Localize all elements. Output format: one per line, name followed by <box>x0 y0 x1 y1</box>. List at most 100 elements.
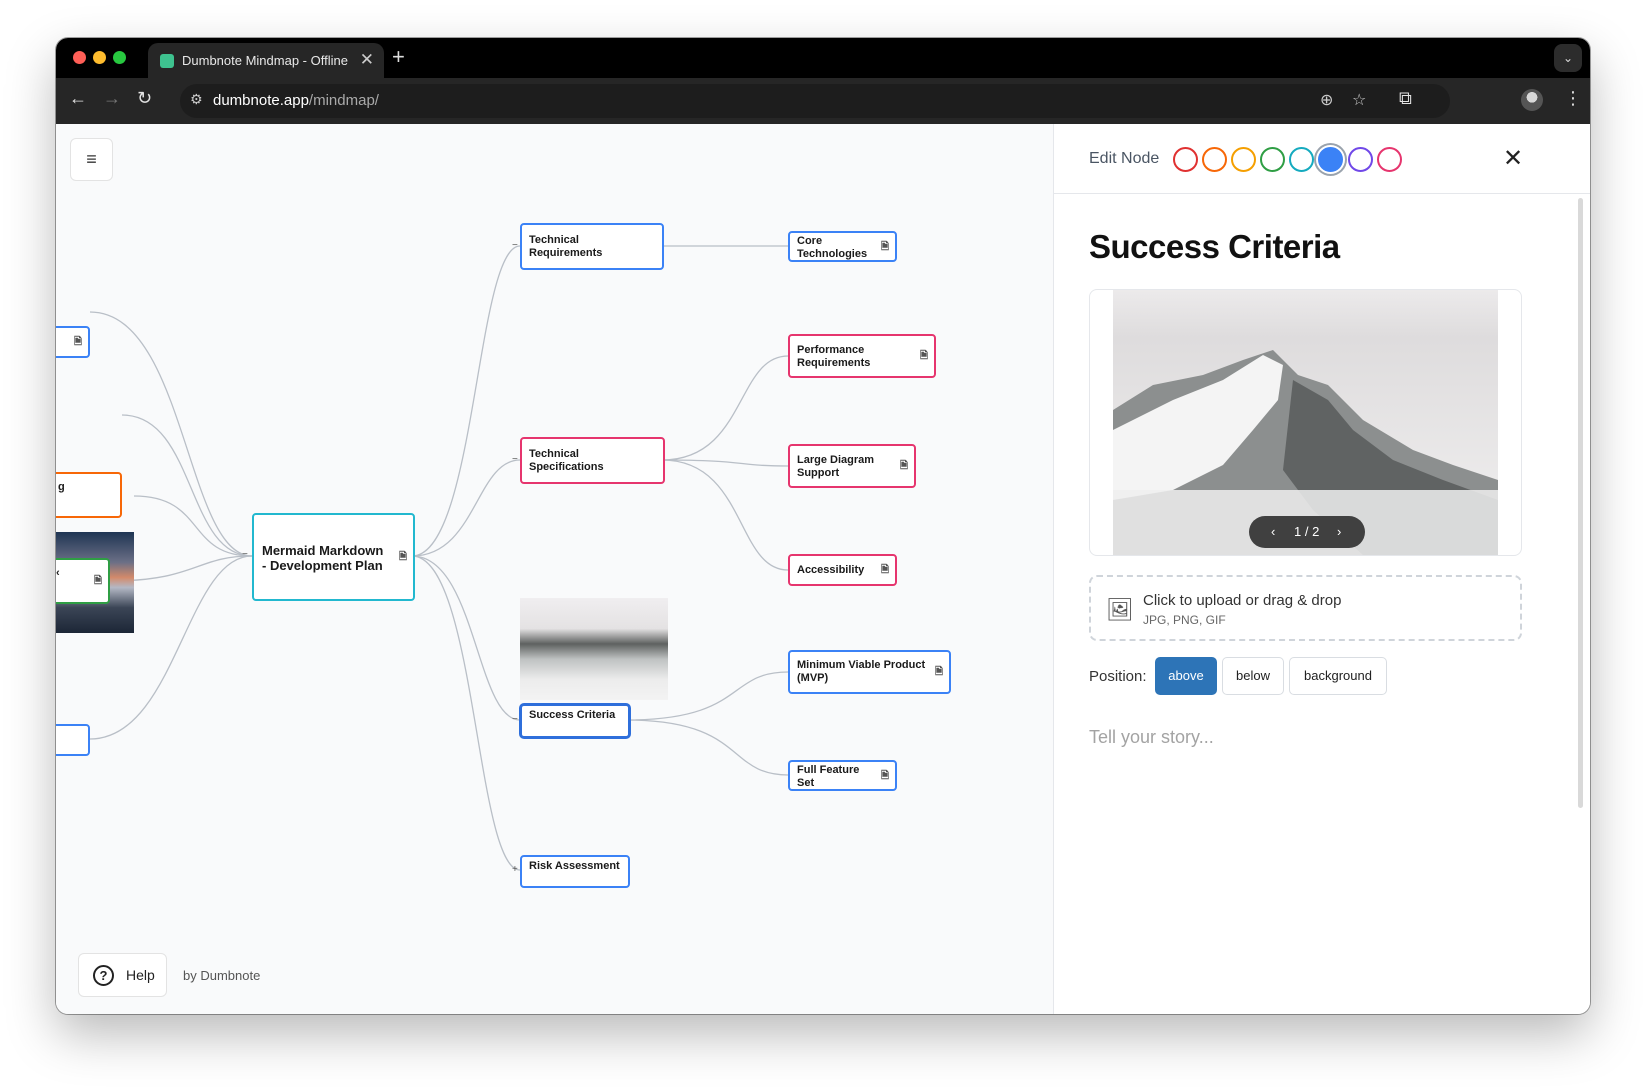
node-label: Full Feature Set <box>797 764 859 789</box>
color-swatch-purple[interactable] <box>1348 147 1373 172</box>
zoom-icon[interactable]: ⊕ <box>1320 90 1333 110</box>
reload-icon[interactable]: ↻ <box>137 88 152 109</box>
close-panel-icon[interactable]: ✕ <box>1503 144 1523 173</box>
node-technical-specifications[interactable]: Technical Specifications <box>520 437 665 484</box>
node-label: Large Diagram Support <box>797 454 874 479</box>
position-background-button[interactable]: background <box>1289 657 1387 695</box>
node-label: Minimum Viable Product (MVP) <box>797 659 925 684</box>
node-large-diagram-support[interactable]: Large Diagram Support 🗎 <box>788 444 916 488</box>
upload-main-text: Click to upload or drag & drop <box>1143 592 1341 609</box>
help-button[interactable]: ? Help <box>78 953 167 997</box>
more-menu-icon[interactable]: ⋮ <box>1564 88 1582 109</box>
pager-prev-icon[interactable]: ‹ <box>1271 524 1275 539</box>
left-node-2-label: g <box>58 481 65 493</box>
document-icon: 🗎 <box>920 350 928 363</box>
node-label: Risk Assessment <box>529 860 620 872</box>
color-swatch-yellow[interactable] <box>1231 147 1256 172</box>
node-accessibility[interactable]: Accessibility 🗎 <box>788 554 897 586</box>
document-icon: 🗎 <box>399 550 407 565</box>
address-bar[interactable]: ⚙ dumbnote.app/mindmap/ ⊕ ☆ <box>180 84 1450 118</box>
left-node-3-label: ‹ <box>56 567 60 579</box>
node-technical-requirements[interactable]: Technical Requirements <box>520 223 664 270</box>
bookmark-star-icon[interactable]: ☆ <box>1352 90 1366 110</box>
upload-sub-text: JPG, PNG, GIF <box>1143 613 1226 627</box>
forward-arrow-icon[interactable]: → <box>103 88 121 109</box>
tab-search-chevron-icon[interactable]: ⌄ <box>1554 44 1582 72</box>
document-icon: 🗎 <box>74 336 82 349</box>
left-node-2[interactable]: g <box>56 472 122 518</box>
collapse-toggle[interactable]: − <box>512 240 518 251</box>
node-full-feature-set[interactable]: Full Feature Set 🗎 <box>788 760 897 791</box>
node-risk-assessment[interactable]: Risk Assessment <box>520 855 630 888</box>
left-node-1[interactable]: 🗎 <box>56 326 90 358</box>
color-swatch-blue-selected[interactable] <box>1318 147 1343 172</box>
node-label: Success Criteria <box>529 709 615 721</box>
node-label: Core Technologies <box>797 235 867 260</box>
position-above-button[interactable]: above <box>1155 657 1217 695</box>
tab-title: Dumbnote Mindmap - Offline <box>182 53 350 68</box>
help-label: Help <box>126 967 155 983</box>
position-label: Position: <box>1089 668 1147 685</box>
browser-window: Dumbnote Mindmap - Offline ✕ + ⌄ ← → ↻ ⚙… <box>56 38 1590 1014</box>
site-settings-icon[interactable]: ⚙ <box>190 91 203 108</box>
app-content: ≡ 🗎 g ‹🗎 Mermaid Markdown - Development … <box>56 124 1590 1014</box>
color-swatch-orange[interactable] <box>1202 147 1227 172</box>
color-swatch-pink[interactable] <box>1377 147 1402 172</box>
document-icon: 🗎 <box>881 564 889 577</box>
story-textarea[interactable]: Tell your story... <box>1089 727 1214 748</box>
node-core-technologies[interactable]: Core Technologies 🗎 <box>788 231 897 262</box>
panel-header: Edit Node ✕ <box>1054 124 1590 194</box>
root-node-label: Mermaid Markdown - Development Plan <box>262 543 383 573</box>
expand-toggle[interactable]: + <box>512 864 518 875</box>
byline-text: by Dumbnote <box>183 968 260 983</box>
color-swatch-cyan[interactable] <box>1289 147 1314 172</box>
node-label: Technical Specifications <box>529 448 604 473</box>
pager-count: 1 / 2 <box>1294 524 1319 539</box>
image-upload-dropzone[interactable]: 🖼 Click to upload or drag & drop JPG, PN… <box>1089 575 1522 641</box>
node-success-criteria[interactable]: Success Criteria <box>520 704 630 738</box>
node-minimum-viable-product[interactable]: Minimum Viable Product (MVP) 🗎 <box>788 650 951 694</box>
collapse-toggle[interactable]: − <box>512 714 518 725</box>
extensions-icon[interactable]: ⧉ <box>1399 88 1412 109</box>
mindmap-canvas[interactable]: ≡ 🗎 g ‹🗎 Mermaid Markdown - Development … <box>56 124 1053 1014</box>
node-performance-requirements[interactable]: Performance Requirements🗎 <box>788 334 936 378</box>
tab-strip: Dumbnote Mindmap - Offline ✕ + ⌄ <box>56 38 1590 78</box>
mountain-thumbnail-image[interactable] <box>520 598 668 700</box>
edit-node-panel: Edit Node ✕ Success Criteria <box>1053 124 1590 1014</box>
color-swatch-green[interactable] <box>1260 147 1285 172</box>
pager-next-icon[interactable]: › <box>1337 524 1341 539</box>
document-icon: 🗎 <box>935 666 943 679</box>
close-window-button[interactable] <box>73 51 86 64</box>
tab-close-icon[interactable]: ✕ <box>360 50 374 70</box>
image-pager: ‹ 1 / 2 › <box>1249 516 1365 548</box>
add-image-icon: 🖼 <box>1106 597 1134 623</box>
node-label: Accessibility <box>797 564 864 576</box>
collapse-toggle[interactable]: − <box>512 454 518 465</box>
edit-node-label: Edit Node <box>1089 150 1159 168</box>
left-node-3[interactable]: ‹🗎 <box>56 558 110 604</box>
back-arrow-icon[interactable]: ← <box>69 88 87 109</box>
node-title[interactable]: Success Criteria <box>1089 228 1340 266</box>
browser-toolbar: ← → ↻ ⚙ dumbnote.app/mindmap/ ⊕ ☆ ⧉ ⋮ <box>56 78 1590 124</box>
root-collapse-toggle[interactable]: − <box>242 549 248 560</box>
favicon-icon <box>160 54 174 68</box>
image-carousel: ‹ 1 / 2 › <box>1089 289 1522 556</box>
active-tab[interactable]: Dumbnote Mindmap - Offline ✕ <box>148 43 384 78</box>
document-icon: 🗎 <box>94 575 102 588</box>
position-below-button[interactable]: below <box>1222 657 1284 695</box>
left-node-4[interactable] <box>56 724 90 756</box>
document-icon: 🗎 <box>881 769 889 782</box>
help-question-icon: ? <box>93 965 114 986</box>
maximize-window-button[interactable] <box>113 51 126 64</box>
document-icon: 🗎 <box>881 240 889 253</box>
node-label: Technical Requirements <box>529 234 602 259</box>
new-tab-button[interactable]: + <box>392 44 405 70</box>
panel-scrollbar[interactable] <box>1578 198 1583 808</box>
root-node[interactable]: Mermaid Markdown - Development Plan 🗎 <box>252 513 415 601</box>
document-icon: 🗎 <box>900 460 908 473</box>
menu-hamburger-icon[interactable]: ≡ <box>70 138 113 181</box>
minimize-window-button[interactable] <box>93 51 106 64</box>
color-swatch-red[interactable] <box>1173 147 1198 172</box>
profile-avatar[interactable] <box>1521 89 1543 111</box>
url-text[interactable]: dumbnote.app/mindmap/ <box>213 92 379 109</box>
